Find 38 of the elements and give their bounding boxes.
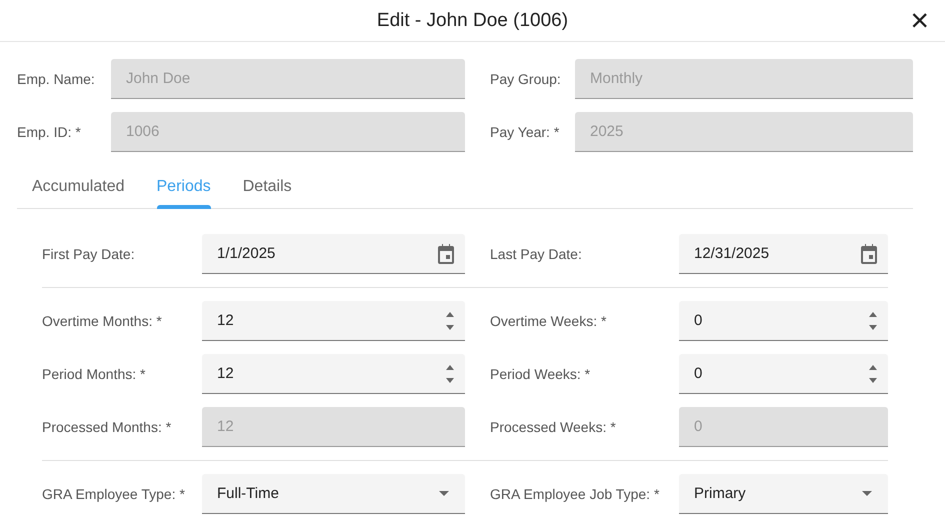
- field-label: GRA Employee Type: *: [42, 486, 186, 502]
- field-label: Last Pay Date:: [490, 246, 583, 262]
- field-label: Emp. Name:: [17, 71, 96, 87]
- tab[interactable]: Details: [242, 174, 292, 208]
- spin-up-icon[interactable]: [868, 364, 878, 370]
- spin-down-icon[interactable]: [445, 376, 455, 384]
- dropdown-field[interactable]: Primary: [679, 474, 888, 514]
- spin-up-icon[interactable]: [868, 310, 878, 318]
- window-title: Edit - John Doe (1006): [376, 10, 568, 32]
- dropdown-caret-icon[interactable]: [862, 491, 872, 496]
- field-label: Period Months: *: [42, 366, 146, 382]
- field-label: Pay Group:: [490, 71, 562, 87]
- field-label: First Pay Date:: [42, 246, 136, 262]
- field-label: GRA Employee Job Type: *: [490, 486, 660, 502]
- field-label: Overtime Months: *: [42, 313, 163, 329]
- spin-down-icon[interactable]: [868, 376, 878, 384]
- input-field[interactable]: 0: [679, 354, 888, 394]
- calendar-icon[interactable]: [437, 244, 455, 264]
- spin-up-icon[interactable]: [445, 310, 455, 318]
- input-field[interactable]: 0: [679, 301, 888, 341]
- dropdown-caret-icon[interactable]: [439, 491, 449, 496]
- spin-down-icon[interactable]: [445, 324, 455, 330]
- calendar-icon[interactable]: [860, 244, 878, 264]
- input-field[interactable]: 12: [202, 301, 465, 341]
- tab[interactable]: Accumulated: [32, 174, 124, 208]
- input-field[interactable]: 12: [202, 354, 465, 394]
- close-button[interactable]: ×: [908, 4, 931, 36]
- field-label: Overtime Weeks: *: [490, 313, 608, 329]
- field-label: Period Weeks: *: [490, 366, 592, 382]
- field-label: Emp. ID: *: [17, 124, 82, 140]
- dropdown-field[interactable]: Full-Time: [202, 474, 465, 514]
- spin-up-icon[interactable]: [445, 364, 455, 370]
- spin-down-icon[interactable]: [868, 324, 878, 330]
- input-field[interactable]: 12/31/2025: [679, 234, 888, 274]
- field-label: Pay Year: *: [490, 124, 560, 140]
- field-label: Processed Weeks: *: [490, 419, 617, 435]
- input-field[interactable]: 1/1/2025: [202, 234, 465, 274]
- field-label: Processed Months: *: [42, 419, 172, 435]
